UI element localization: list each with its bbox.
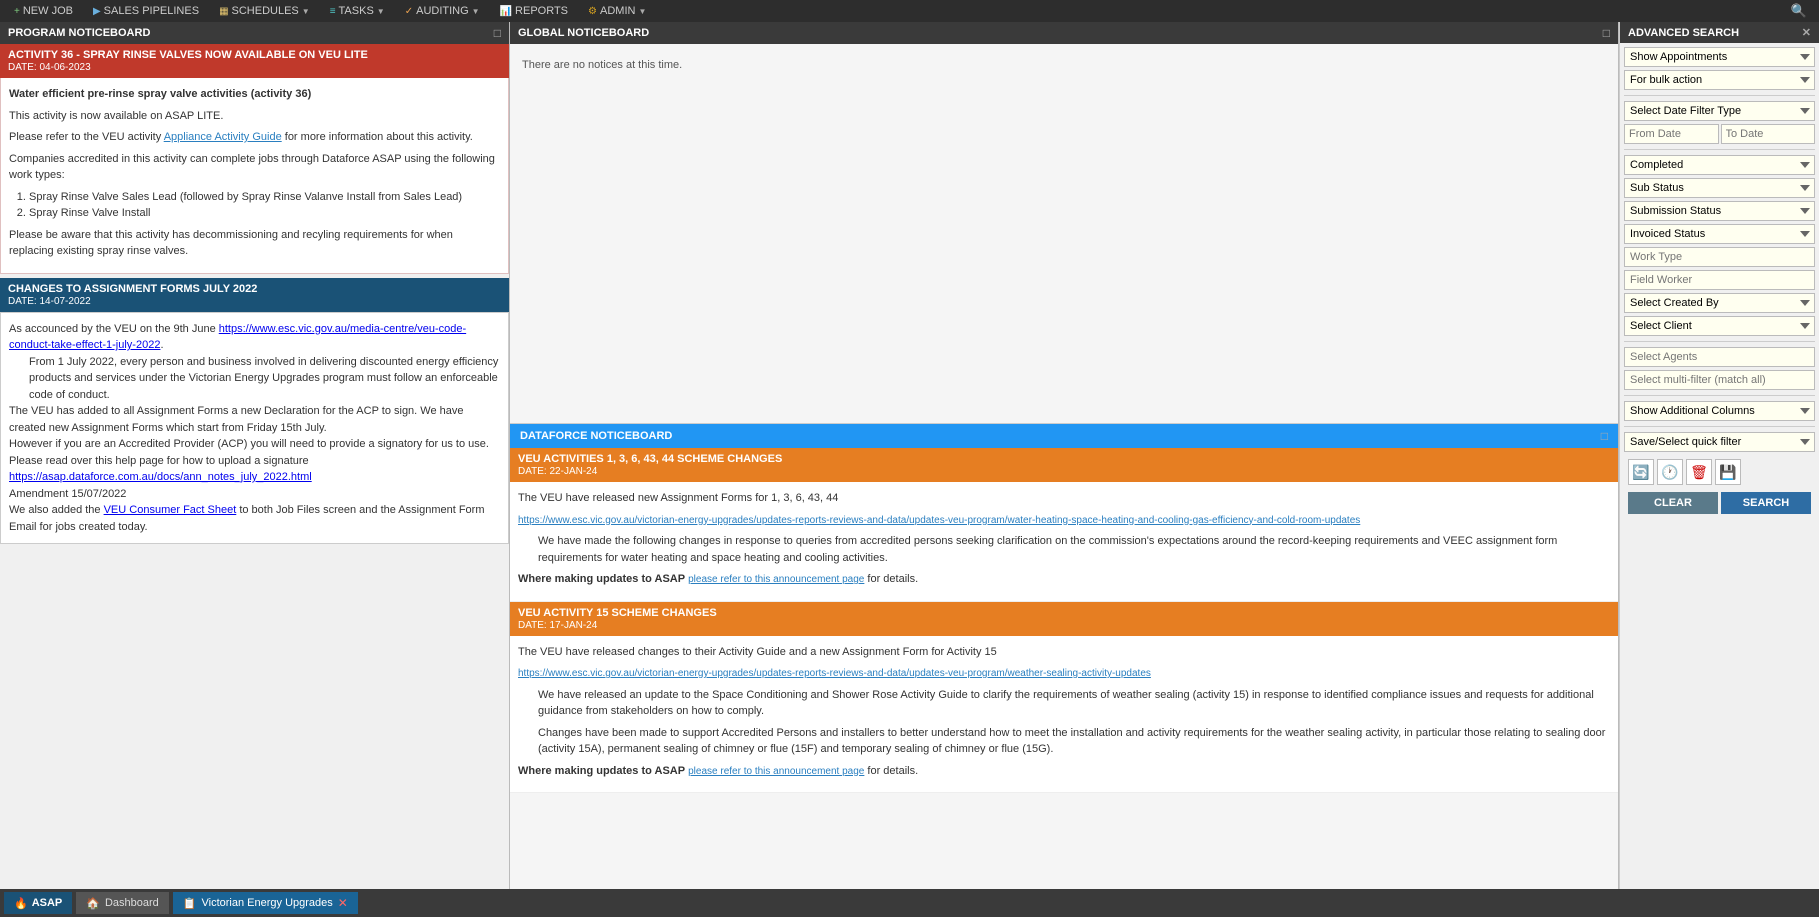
bulk-action-dropdown[interactable]: For bulk action [1624, 70, 1815, 90]
notice-1-content: Water efficient pre-rinse spray valve ac… [0, 78, 509, 274]
df-notice-1-content: The VEU have released new Assignment For… [510, 482, 1618, 602]
home-icon: 🏠 [86, 897, 100, 910]
dataforce-noticeboard-header: DATAFORCE NOTICEBOARD □ [510, 424, 1618, 448]
clear-button[interactable]: CLEAR [1628, 492, 1718, 514]
chevron-down-icon: ▼ [302, 7, 310, 16]
df-announcement-link-1[interactable]: please refer to this announcement page [688, 574, 864, 585]
close-icon[interactable]: □ [494, 26, 501, 40]
nav-reports[interactable]: 📊 REPORTS [492, 3, 576, 19]
signature-link[interactable]: https://asap.dataforce.com.au/docs/ann_n… [9, 471, 312, 483]
chevron-down-icon: ▼ [472, 7, 480, 16]
df-link-1[interactable]: https://www.esc.vic.gov.au/victorian-ene… [518, 515, 1360, 526]
plus-icon: + [14, 6, 20, 17]
panel-title: PROGRAM NOTICEBOARD [8, 27, 150, 39]
triangle-icon: ▶ [93, 6, 101, 17]
date-range-row [1624, 124, 1815, 144]
submission-status-dropdown[interactable]: Submission Status [1624, 201, 1815, 221]
search-button[interactable]: SEARCH [1721, 492, 1811, 514]
advanced-search-content: Show Appointments For bulk action Select… [1620, 43, 1819, 522]
chevron-down-icon: ▼ [638, 7, 646, 16]
date-filter-type-dropdown[interactable]: Select Date Filter Type [1624, 101, 1815, 121]
advanced-search-header: ADVANCED SEARCH ✕ [1620, 22, 1819, 43]
nav-sales-pipelines[interactable]: ▶ SALES PIPELINES [85, 3, 207, 19]
df-notice-2-content: The VEU have released changes to their A… [510, 636, 1618, 794]
status-dropdown[interactable]: Completed [1624, 155, 1815, 175]
fact-sheet-link[interactable]: VEU Consumer Fact Sheet [104, 504, 237, 516]
program-noticeboard-content: ACTIVITY 36 - SPRAY RINSE VALVES NOW AVA… [0, 44, 509, 889]
search-action-row: CLEAR SEARCH [1624, 492, 1815, 518]
show-appointments-dropdown[interactable]: Show Appointments [1624, 47, 1815, 67]
close-icon[interactable]: □ [1601, 429, 1608, 443]
esc-link[interactable]: https://www.esc.vic.gov.au/media-centre/… [9, 323, 466, 352]
save-button[interactable]: 💾 [1715, 459, 1741, 485]
close-icon[interactable]: □ [1603, 26, 1610, 40]
check-icon: ✓ [405, 6, 413, 17]
df-notice-2-header: VEU ACTIVITY 15 SCHEME CHANGES DATE: 17-… [510, 602, 1618, 636]
dataforce-nb-title: DATAFORCE NOTICEBOARD [520, 430, 672, 442]
additional-columns-dropdown[interactable]: Show Additional Columns [1624, 401, 1815, 421]
to-date-input[interactable] [1721, 124, 1816, 144]
sub-status-dropdown[interactable]: Sub Status [1624, 178, 1815, 198]
from-date-input[interactable] [1624, 124, 1719, 144]
divider-5 [1624, 426, 1815, 427]
taskbar-logo: 🔥 ASAP [4, 892, 72, 914]
advanced-search-title: ADVANCED SEARCH [1628, 27, 1739, 39]
client-dropdown[interactable]: Select Client [1624, 316, 1815, 336]
veu-icon: 📋 [183, 897, 197, 910]
tab-close-icon[interactable]: ✕ [338, 896, 348, 910]
multi-filter-input[interactable] [1624, 370, 1815, 390]
nav-new-job[interactable]: + NEW JOB [6, 3, 81, 19]
nav-tasks[interactable]: ≡ TASKS ▼ [322, 3, 393, 19]
action-buttons-row: 🔄 🕐 🗑 💾 [1624, 455, 1815, 489]
divider-1 [1624, 95, 1815, 96]
list-icon: ≡ [330, 6, 336, 17]
df-announcement-link-2[interactable]: please refer to this announcement page [688, 766, 864, 777]
df-notice-1-header: VEU ACTIVITIES 1, 3, 6, 43, 44 SCHEME CH… [510, 448, 1618, 482]
nav-auditing[interactable]: ✓ AUDITING ▼ [397, 3, 488, 19]
dataforce-noticeboard-content: VEU ACTIVITIES 1, 3, 6, 43, 44 SCHEME CH… [510, 448, 1618, 889]
program-noticeboard-panel: PROGRAM NOTICEBOARD □ ACTIVITY 36 - SPRA… [0, 22, 510, 889]
invoiced-status-dropdown[interactable]: Invoiced Status [1624, 224, 1815, 244]
refresh-button[interactable]: 🔄 [1628, 459, 1654, 485]
notice-1-header: ACTIVITY 36 - SPRAY RINSE VALVES NOW AVA… [0, 44, 509, 78]
fire-icon: 🔥 [14, 897, 28, 910]
global-nb-title: GLOBAL NOTICEBOARD [518, 27, 649, 39]
main-layout: PROGRAM NOTICEBOARD □ ACTIVITY 36 - SPRA… [0, 22, 1819, 889]
advanced-search-panel: ADVANCED SEARCH ✕ Show Appointments For … [1619, 22, 1819, 889]
gear-icon: ⚙ [588, 6, 597, 17]
df-link-2[interactable]: https://www.esc.vic.gov.au/victorian-ene… [518, 668, 1151, 679]
delete-button[interactable]: 🗑 [1686, 459, 1712, 485]
global-noticeboard-content: There are no notices at this time. [510, 44, 1618, 424]
quick-filter-dropdown[interactable]: Save/Select quick filter [1624, 432, 1815, 452]
taskbar-tab-dashboard[interactable]: 🏠 Dashboard [76, 892, 169, 914]
divider-3 [1624, 341, 1815, 342]
chevron-down-icon: ▼ [377, 7, 385, 16]
search-icon[interactable]: 🔍 [1785, 3, 1813, 19]
nav-schedules[interactable]: ▦ SCHEDULES ▼ [211, 3, 318, 19]
clock-button[interactable]: 🕐 [1657, 459, 1683, 485]
agents-input[interactable] [1624, 347, 1815, 367]
work-type-input[interactable] [1624, 247, 1815, 267]
middle-panel: GLOBAL NOTICEBOARD □ There are no notice… [510, 22, 1619, 889]
divider-2 [1624, 149, 1815, 150]
close-icon[interactable]: ✕ [1802, 26, 1811, 39]
global-nb-empty: There are no notices at this time. [522, 59, 682, 71]
notice-2-content: As accounced by the VEU on the 9th June … [0, 312, 509, 545]
grid-icon: ▦ [219, 6, 228, 17]
nav-admin[interactable]: ⚙ ADMIN ▼ [580, 3, 654, 19]
appliance-guide-link[interactable]: Appliance Activity Guide [164, 131, 282, 143]
created-by-dropdown[interactable]: Select Created By [1624, 293, 1815, 313]
field-worker-input[interactable] [1624, 270, 1815, 290]
global-noticeboard-header: GLOBAL NOTICEBOARD □ [510, 22, 1618, 44]
chart-icon: 📊 [500, 6, 512, 17]
top-nav: + NEW JOB ▶ SALES PIPELINES ▦ SCHEDULES … [0, 0, 1819, 22]
taskbar: 🔥 ASAP 🏠 Dashboard 📋 Victorian Energy Up… [0, 889, 1819, 917]
divider-4 [1624, 395, 1815, 396]
program-noticeboard-header: PROGRAM NOTICEBOARD □ [0, 22, 509, 44]
taskbar-tab-veu[interactable]: 📋 Victorian Energy Upgrades ✕ [173, 892, 358, 914]
notice-2-header: CHANGES TO ASSIGNMENT FORMS JULY 2022 DA… [0, 278, 509, 312]
